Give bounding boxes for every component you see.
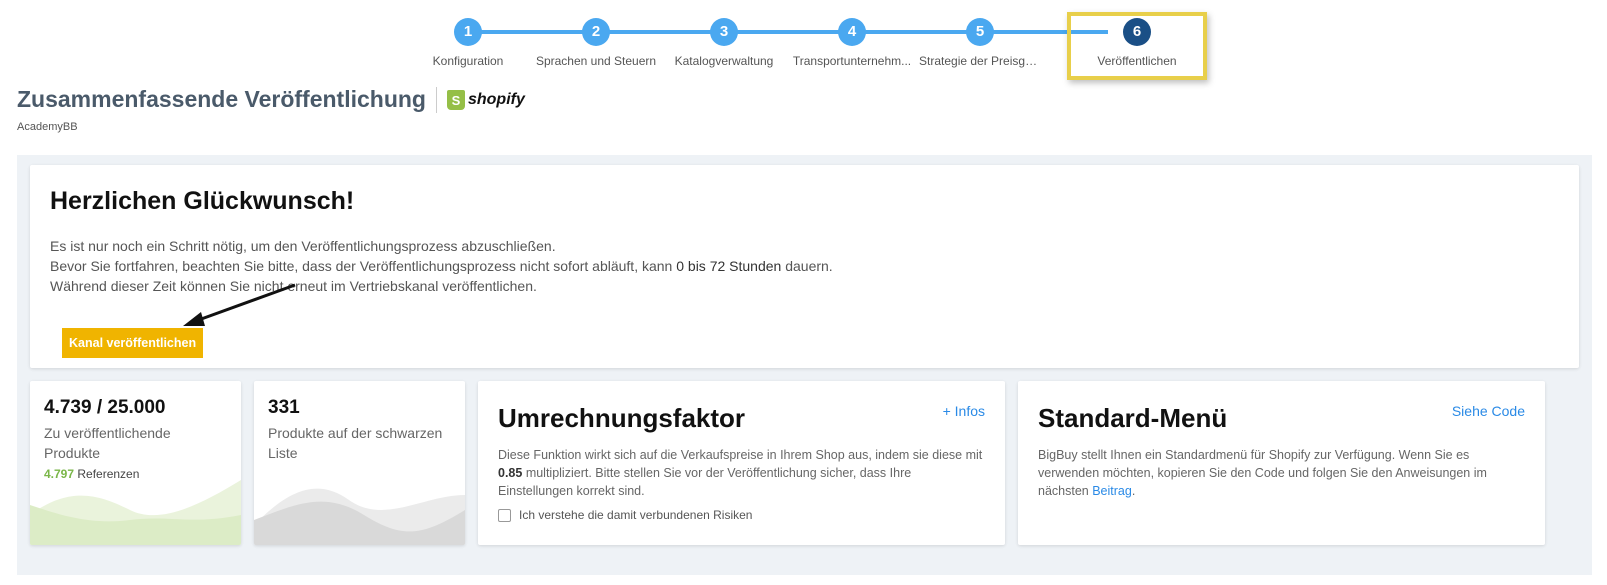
conversion-info-link[interactable]: + Infos: [943, 403, 985, 419]
annotation-arrow: [183, 283, 296, 326]
menu-text-end: .: [1131, 484, 1136, 498]
conversion-text-pre: Diese Funktion wirkt sich auf die Verkau…: [498, 448, 983, 462]
step-4-label: Transportunternehm...: [792, 54, 912, 68]
step-4-number: 4: [838, 18, 866, 46]
step-1-number: 1: [454, 18, 482, 46]
step-1[interactable]: 1 Konfiguration: [403, 14, 533, 68]
step-2-number: 2: [582, 18, 610, 46]
view-code-link[interactable]: Siehe Code: [1452, 403, 1525, 419]
shopify-bag-icon: S: [446, 89, 465, 110]
shopify-logo: S shopify: [446, 89, 525, 110]
progress-stepper: 1 Konfiguration 2 Sprachen und Steuern 3…: [0, 14, 1607, 74]
blacklist-wave-graphic: [254, 488, 465, 545]
page-title: Zusammenfassende Veröffentlichung: [17, 86, 426, 112]
step-4[interactable]: 4 Transportunternehm...: [787, 14, 917, 68]
congrats-card: Herzlichen Glückwunsch! Es ist nur noch …: [30, 165, 1579, 368]
publish-channel-button[interactable]: Kanal veröffentlichen: [62, 328, 204, 358]
congrats-line-1: Es ist nur noch ein Schritt nötig, um de…: [50, 238, 556, 254]
products-desc: Zu veröffentlichende Produkte: [44, 425, 171, 461]
risk-checkbox[interactable]: [498, 508, 511, 522]
step-3[interactable]: 3 Katalogverwaltung: [659, 14, 789, 68]
step-6-number: 6: [1123, 18, 1151, 46]
conversion-title: Umrechnungsfaktor: [498, 403, 746, 433]
step-5[interactable]: 5 Strategie der Preisge...: [915, 14, 1045, 68]
header-divider: [435, 86, 437, 113]
standard-menu-card: Standard-Menü Siehe Code BigBuy stellt I…: [1018, 381, 1545, 545]
blacklist-count: 331: [268, 397, 300, 418]
shopify-wordmark: shopify: [467, 90, 525, 108]
step-2[interactable]: 2 Sprachen und Steuern: [531, 14, 661, 68]
step-3-label: Katalogverwaltung: [674, 54, 774, 68]
step-2-label: Sprachen und Steuern: [535, 54, 657, 68]
conversion-factor: 0.85: [498, 466, 523, 480]
congrats-line-2-post: dauern.: [781, 258, 833, 274]
congrats-line-2-pre: Bevor Sie fortfahren, beachten Sie bitte…: [50, 258, 677, 274]
menu-text: BigBuy stellt Ihnen ein Standardmenü für…: [1038, 446, 1525, 500]
products-wave-graphic: [30, 480, 241, 545]
shop-name: AcademyBB: [17, 121, 78, 133]
products-count: 4.739 / 25.000: [44, 397, 166, 418]
blacklist-stat-card: 331 Produkte auf der schwarzen Liste: [254, 381, 465, 545]
conversion-card: Umrechnungsfaktor + Infos Diese Funktion…: [478, 381, 1005, 545]
step-5-number: 5: [966, 18, 994, 46]
congrats-line-2: Bevor Sie fortfahren, beachten Sie bitte…: [50, 256, 1559, 276]
post-link[interactable]: Beitrag: [1092, 484, 1132, 498]
congrats-duration: 0 bis 72 Stunden: [676, 258, 782, 274]
conversion-text-post: multipliziert. Bitte stellen Sie vor der…: [498, 466, 912, 498]
step-3-number: 3: [710, 18, 738, 46]
step-1-label: Konfiguration: [432, 54, 504, 68]
risk-checkbox-row[interactable]: Ich verstehe die damit verbundenen Risik…: [498, 508, 985, 522]
products-stat-card: 4.739 / 25.000 Zu veröffentlichende Prod…: [30, 381, 241, 545]
blacklist-desc: Produkte auf der schwarzen Liste: [268, 425, 443, 461]
page-header: Zusammenfassende Veröffentlichung S shop…: [17, 86, 525, 113]
step-5-label: Strategie der Preisge...: [919, 54, 1042, 68]
risk-checkbox-label: Ich verstehe die damit verbundenen Risik…: [519, 508, 753, 522]
content-area: Herzlichen Glückwunsch! Es ist nur noch …: [17, 155, 1592, 575]
congrats-title: Herzlichen Glückwunsch!: [50, 187, 355, 215]
conversion-text: Diese Funktion wirkt sich auf die Verkau…: [498, 446, 985, 500]
